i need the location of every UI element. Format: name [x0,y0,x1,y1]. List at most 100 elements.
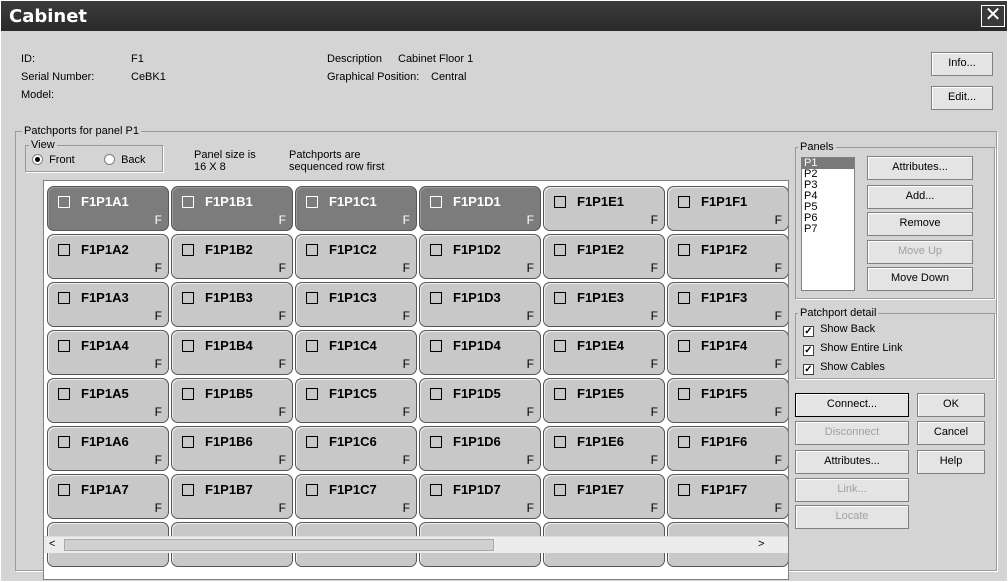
port-box-icon [554,436,566,448]
patchport-tile[interactable]: F1P1C3 F [295,282,417,327]
patchport-tile[interactable]: F1P1B5 F [171,378,293,423]
patchport-side: F [526,309,534,323]
patchport-label: F1P1B5 [205,386,253,401]
cancel-button[interactable]: Cancel [917,421,985,445]
port-box-icon [182,484,194,496]
patchport-tile[interactable]: F1P1A3 F [47,282,169,327]
panel-add-button[interactable]: Add... [867,185,973,209]
move-down-button[interactable]: Move Down [867,267,973,291]
patchport-tile[interactable]: F1P1E5 F [543,378,665,423]
serial-value: CeBK1 [131,71,166,83]
patchport-tile[interactable]: F1P1E4 F [543,330,665,375]
patchport-tile[interactable]: F1P1F4 F [667,330,788,375]
patchport-label: F1P1C2 [329,242,377,257]
patchport-tile[interactable]: F1P1E1 F [543,186,665,231]
attributes-button[interactable]: Attributes... [795,450,909,474]
patchport-tile[interactable]: F1P1F5 F [667,378,788,423]
panel-attributes-button[interactable]: Attributes... [867,156,973,180]
patchport-tile[interactable]: F1P1E6 F [543,426,665,471]
panel-list-item[interactable]: P7 [802,224,854,235]
back-radio[interactable]: Back [104,154,146,166]
patchport-tile[interactable]: F1P1E2 F [543,234,665,279]
port-box-icon [182,388,194,400]
port-box-icon [430,244,442,256]
patchport-tile[interactable]: F1P1C4 F [295,330,417,375]
horizontal-scrollbar[interactable]: < > [44,536,788,553]
ok-button[interactable]: OK [917,393,985,417]
patchport-tile[interactable]: F1P1A6 F [47,426,169,471]
patchport-side: F [402,501,410,515]
patchport-tile[interactable]: F1P1D5 F [419,378,541,423]
patchport-tile[interactable]: F1P1A1 F [47,186,169,231]
patchport-side: F [278,357,286,371]
connect-button[interactable]: Connect... [795,393,909,417]
panel-remove-button[interactable]: Remove [867,212,973,236]
patchport-tile[interactable]: F1P1F2 F [667,234,788,279]
patchport-tile[interactable]: F1P1C1 F [295,186,417,231]
patchport-tile[interactable]: F1P1B1 F [171,186,293,231]
patchport-tile[interactable]: F1P1F1 F [667,186,788,231]
edit-button[interactable]: Edit... [931,86,993,110]
patchport-label: F1P1C7 [329,482,377,497]
patchport-label: F1P1F4 [701,338,748,353]
link-button[interactable]: Link... [795,478,909,502]
sequence-text-2: sequenced row first [289,161,385,173]
graphical-position-value: Central [431,71,467,83]
move-up-button[interactable]: Move Up [867,240,973,264]
patchport-tile[interactable]: F1P1A7 F [47,474,169,519]
patchport-tile[interactable]: F1P1B6 F [171,426,293,471]
patchport-label: F1P1E5 [577,386,624,401]
port-box-icon [306,484,318,496]
patchport-tile[interactable]: F1P1A5 F [47,378,169,423]
patchport-side: F [154,261,162,275]
patchport-label: F1P1E6 [577,434,624,449]
patchport-tile[interactable]: F1P1C5 F [295,378,417,423]
patchport-tile[interactable]: F1P1D7 F [419,474,541,519]
port-box-icon [306,388,318,400]
patchport-tile[interactable]: F1P1D2 F [419,234,541,279]
patchport-side: F [774,261,782,275]
close-icon[interactable]: ✕ [981,5,1005,27]
patchport-tile[interactable]: F1P1F6 F [667,426,788,471]
front-radio[interactable]: Front [32,154,75,166]
patchport-label: F1P1A1 [81,194,129,209]
patchport-side: F [774,357,782,371]
patchport-tile[interactable]: F1P1B3 F [171,282,293,327]
patchport-tile[interactable]: F1P1D1 F [419,186,541,231]
patchport-tile[interactable]: F1P1D3 F [419,282,541,327]
show-cables-checkbox[interactable]: ✓ Show Cables [803,361,885,375]
patchport-tile[interactable]: F1P1B2 F [171,234,293,279]
patchport-tile[interactable]: F1P1D6 F [419,426,541,471]
patchport-tile[interactable]: F1P1D4 F [419,330,541,375]
patchport-label: F1P1D6 [453,434,501,449]
patchport-tile[interactable]: F1P1C7 F [295,474,417,519]
horizontal-scroll-thumb[interactable] [64,539,494,551]
view-group-legend: View [29,139,57,151]
patchport-tile[interactable]: F1P1C6 F [295,426,417,471]
show-entire-link-checkbox[interactable]: ✓ Show Entire Link [803,342,903,356]
patchport-tile[interactable]: F1P1E7 F [543,474,665,519]
patchports-group-legend: Patchports for panel P1 [22,125,141,137]
panels-list[interactable]: P1 P2 P3 P4 P5 P6 P7 [801,157,855,291]
disconnect-button[interactable]: Disconnect [795,421,909,445]
patchport-tile[interactable]: F1P1F3 F [667,282,788,327]
patchport-detail-legend: Patchport detail [798,307,879,319]
scroll-right-icon[interactable]: > [758,538,764,550]
patchport-tile[interactable]: F1P1A4 F [47,330,169,375]
patchport-tile[interactable]: F1P1C2 F [295,234,417,279]
show-back-checkbox[interactable]: ✓ Show Back [803,323,875,337]
port-box-icon [306,340,318,352]
patchport-label: F1P1B2 [205,242,253,257]
patchport-tile[interactable]: F1P1F7 F [667,474,788,519]
patchport-tile[interactable]: F1P1E3 F [543,282,665,327]
patchport-tile[interactable]: F1P1B4 F [171,330,293,375]
patchport-tile[interactable]: F1P1A2 F [47,234,169,279]
locate-button[interactable]: Locate [795,505,909,529]
help-button[interactable]: Help [917,450,985,474]
info-button[interactable]: Info... [931,52,993,76]
port-box-icon [554,244,566,256]
scroll-left-icon[interactable]: < [49,538,55,550]
back-radio-dot [104,154,115,165]
patchport-tile[interactable]: F1P1B7 F [171,474,293,519]
port-box-icon [678,484,690,496]
